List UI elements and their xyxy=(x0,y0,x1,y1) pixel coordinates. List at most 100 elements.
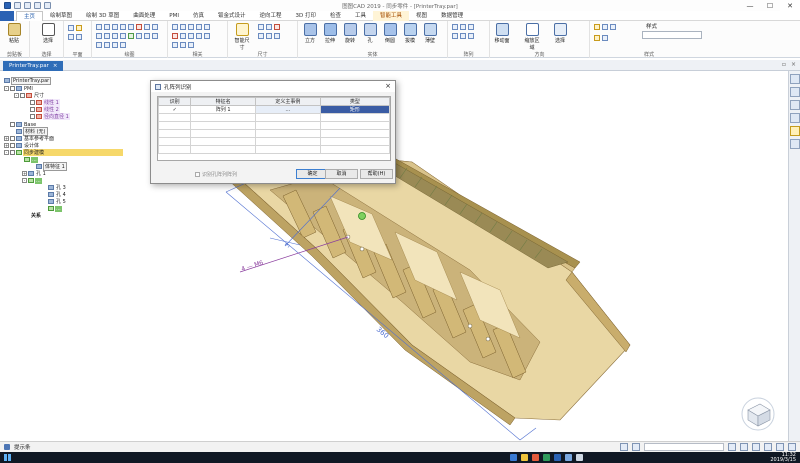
define-instance-button[interactable]: … xyxy=(255,105,321,114)
mirror-icon[interactable] xyxy=(452,33,458,39)
taskbar-app-icon[interactable] xyxy=(521,454,528,461)
rotate-view-icon[interactable] xyxy=(776,443,784,451)
cancel-button[interactable]: 取消 xyxy=(325,169,358,179)
parallel-icon[interactable] xyxy=(180,24,186,30)
project-icon[interactable] xyxy=(120,33,126,39)
tab-file[interactable] xyxy=(0,10,14,21)
pattern-icon[interactable] xyxy=(452,24,458,30)
status-button[interactable] xyxy=(632,443,640,451)
taskbar-app-icon[interactable] xyxy=(543,454,550,461)
hole-button[interactable]: 孔 xyxy=(362,23,378,44)
concentric-icon[interactable] xyxy=(180,33,186,39)
taskbar-app-icon[interactable] xyxy=(532,454,539,461)
status-button[interactable] xyxy=(620,443,628,451)
close-icon[interactable]: × xyxy=(53,61,58,71)
recognize-checkbox[interactable]: ✓ xyxy=(157,105,192,114)
thin-wall-button[interactable]: 薄壁 xyxy=(422,23,438,44)
mirror-icon[interactable] xyxy=(152,24,158,30)
tab-simulation[interactable]: 仿真 xyxy=(186,11,211,21)
draft-button[interactable]: 拔模 xyxy=(402,23,418,44)
fit-view-icon[interactable] xyxy=(752,443,760,451)
style-dropdown[interactable] xyxy=(642,31,702,39)
plane-icon[interactable] xyxy=(76,25,82,31)
recognize-pattern-option[interactable]: 识别孔阵列阵列 xyxy=(195,171,237,178)
tree-item[interactable]: + 设计体 xyxy=(4,142,40,149)
checkbox[interactable] xyxy=(10,150,15,155)
tree-item[interactable]: + 孔 1 xyxy=(22,170,47,177)
option-checkbox[interactable] xyxy=(195,172,200,177)
tree-item[interactable]: 径向直径 1 xyxy=(30,113,70,120)
checkbox[interactable] xyxy=(10,143,15,148)
dimension-icon[interactable] xyxy=(266,33,272,39)
view-cube-icon[interactable] xyxy=(594,24,600,30)
plane-icon[interactable] xyxy=(68,25,74,31)
close-doc-icon[interactable]: × xyxy=(791,61,796,68)
view-icon[interactable] xyxy=(610,24,616,30)
dimension-icon[interactable] xyxy=(274,33,280,39)
panel-tab-icon[interactable] xyxy=(790,87,800,97)
cube-button[interactable]: 立方 xyxy=(302,23,318,44)
tree-item[interactable]: ... xyxy=(24,156,38,163)
tab-sketch[interactable]: 绘制草图 xyxy=(43,11,79,21)
chamfer-icon[interactable] xyxy=(112,33,118,39)
pan-icon[interactable] xyxy=(764,443,772,451)
tree-item[interactable]: ... xyxy=(48,205,62,212)
circle-icon[interactable] xyxy=(112,24,118,30)
type-cell[interactable]: 矩形 xyxy=(319,105,391,114)
zoom-area-button[interactable]: 缩放区域 xyxy=(524,23,540,51)
horizontal-icon[interactable] xyxy=(172,24,178,30)
view-icon[interactable] xyxy=(602,24,608,30)
symmetric-icon[interactable] xyxy=(196,33,202,39)
rotate-icon[interactable] xyxy=(136,33,142,39)
system-clock[interactable]: 11:32 2019/3/15 xyxy=(770,453,796,463)
checkbox[interactable] xyxy=(30,107,35,112)
extrude-button[interactable]: 拉伸 xyxy=(322,23,338,44)
tree-item[interactable]: - 同步建模 xyxy=(4,149,123,156)
scale-icon[interactable] xyxy=(144,33,150,39)
tab-3d-print[interactable]: 3D 打印 xyxy=(289,11,323,21)
tree-item[interactable]: 材料 (无) xyxy=(16,127,48,136)
restore-doc-icon[interactable]: ▫ xyxy=(782,61,786,68)
help-button[interactable]: 帮助(H) xyxy=(360,169,393,179)
tree-item[interactable]: 线性 2 xyxy=(30,106,60,113)
close-window-button[interactable]: ✕ xyxy=(780,0,800,11)
paste-button[interactable]: 粘贴 xyxy=(6,23,22,44)
tree-item[interactable]: 孔 5 xyxy=(48,198,67,205)
pattern-icon[interactable] xyxy=(460,24,466,30)
ellipse-icon[interactable] xyxy=(112,42,118,48)
rect-icon[interactable] xyxy=(120,24,126,30)
prompt-bar-label[interactable]: 提示条 xyxy=(14,443,31,451)
tangent-icon[interactable] xyxy=(196,24,202,30)
tab-smart-tools[interactable]: 智能工具 xyxy=(373,10,410,21)
perpendicular-icon[interactable] xyxy=(188,24,194,30)
panel-tab-icon[interactable] xyxy=(790,139,800,149)
checkbox[interactable] xyxy=(30,100,35,105)
start-button[interactable] xyxy=(0,452,14,463)
tab-3d-sketch[interactable]: 绘制 3D 草图 xyxy=(79,11,126,21)
feature-name-cell[interactable]: 阵列 1 xyxy=(190,105,256,114)
tree-item[interactable]: - PMI xyxy=(4,85,34,92)
line-icon[interactable] xyxy=(96,24,102,30)
move-face-button[interactable]: 移动面 xyxy=(494,23,510,44)
round-button[interactable]: 倒圆 xyxy=(382,23,398,44)
tab-surfacing[interactable]: 曲面处理 xyxy=(126,11,162,21)
checkbox[interactable] xyxy=(10,122,15,127)
tab-tools[interactable]: 工具 xyxy=(348,11,373,21)
checkbox[interactable] xyxy=(20,93,25,98)
collapse-icon[interactable]: - xyxy=(4,86,9,91)
selected-hole-marker[interactable] xyxy=(358,212,366,220)
collinear-icon[interactable] xyxy=(188,33,194,39)
collapse-icon[interactable]: - xyxy=(22,178,27,183)
pattern-icon[interactable] xyxy=(460,33,466,39)
document-tab[interactable]: PrinterTray.par × xyxy=(3,61,64,71)
dialog-close-icon[interactable]: × xyxy=(385,82,391,90)
relation-icon[interactable] xyxy=(188,42,194,48)
offset-icon[interactable] xyxy=(144,24,150,30)
collapse-icon[interactable]: - xyxy=(4,150,9,155)
maximize-button[interactable]: ☐ xyxy=(760,0,780,11)
panel-tab-icon[interactable] xyxy=(790,126,800,136)
dimension-icon[interactable] xyxy=(274,24,280,30)
spline-icon[interactable] xyxy=(128,24,134,30)
polygon-icon[interactable] xyxy=(104,42,110,48)
pattern-icon[interactable] xyxy=(468,33,474,39)
